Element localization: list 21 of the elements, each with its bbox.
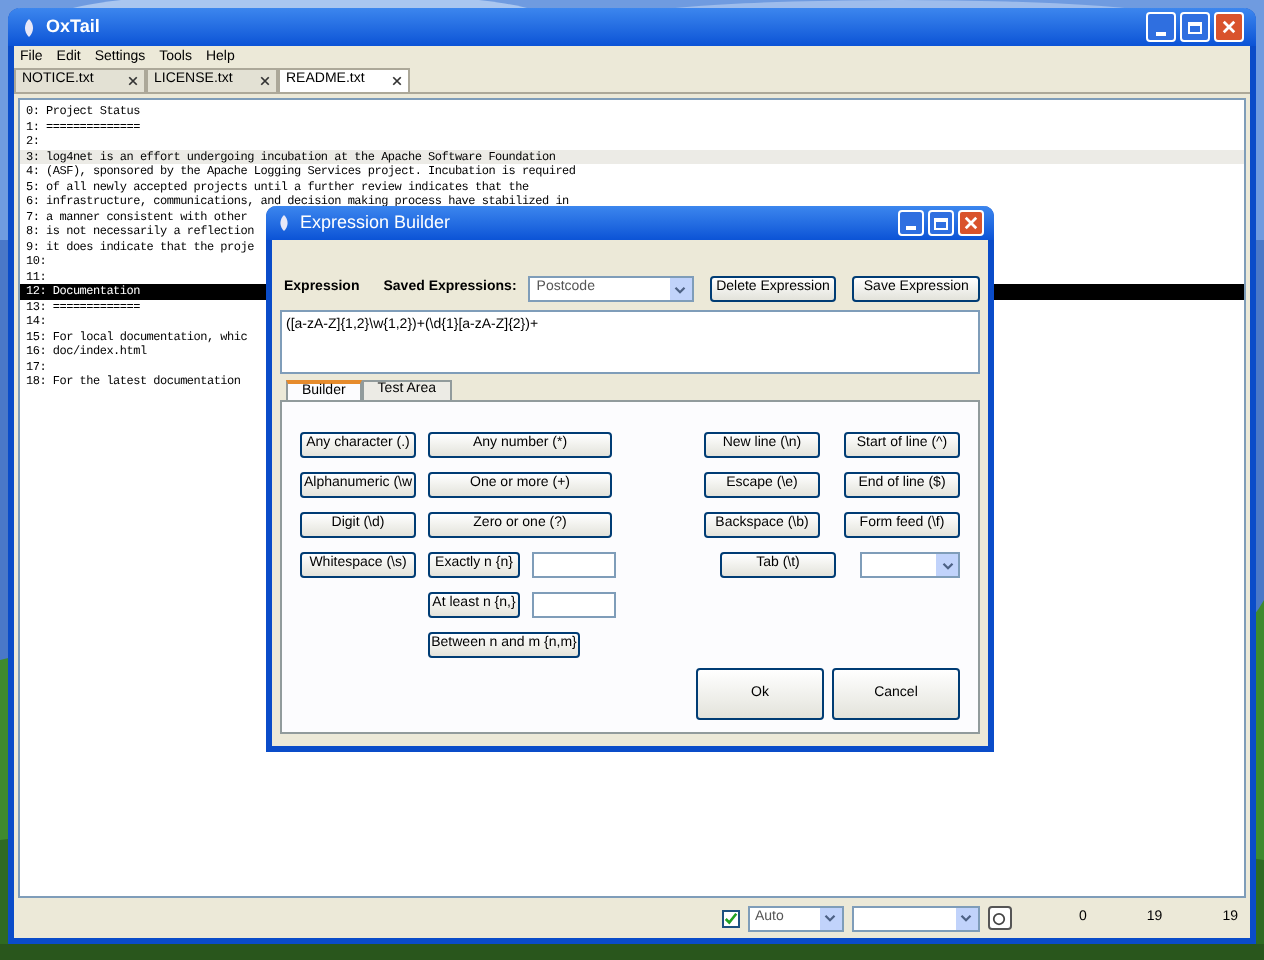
dropdown[interactable]	[860, 552, 960, 578]
close-button[interactable]	[1214, 12, 1244, 42]
close-button[interactable]	[958, 210, 984, 236]
app-icon	[276, 214, 292, 232]
window-title: OxTail	[46, 13, 100, 40]
minimize-button[interactable]	[1146, 12, 1176, 42]
close-icon	[1222, 20, 1236, 34]
input-field[interactable]	[532, 592, 616, 618]
toolbar-button[interactable]	[987, 906, 1011, 930]
maximize-button[interactable]	[928, 210, 954, 236]
close-tab-icon[interactable]	[392, 76, 402, 86]
close-tab-icon[interactable]	[260, 76, 270, 86]
checkbox[interactable]	[721, 909, 739, 927]
close-tab-icon[interactable]	[128, 76, 138, 86]
input-field[interactable]	[532, 552, 616, 578]
maximize-button[interactable]	[1180, 12, 1210, 42]
minimize-button[interactable]	[898, 210, 924, 236]
app-icon	[20, 17, 38, 37]
target-icon	[992, 911, 1006, 925]
close-icon	[964, 216, 978, 230]
dialog-title: Expression Builder	[300, 209, 451, 236]
